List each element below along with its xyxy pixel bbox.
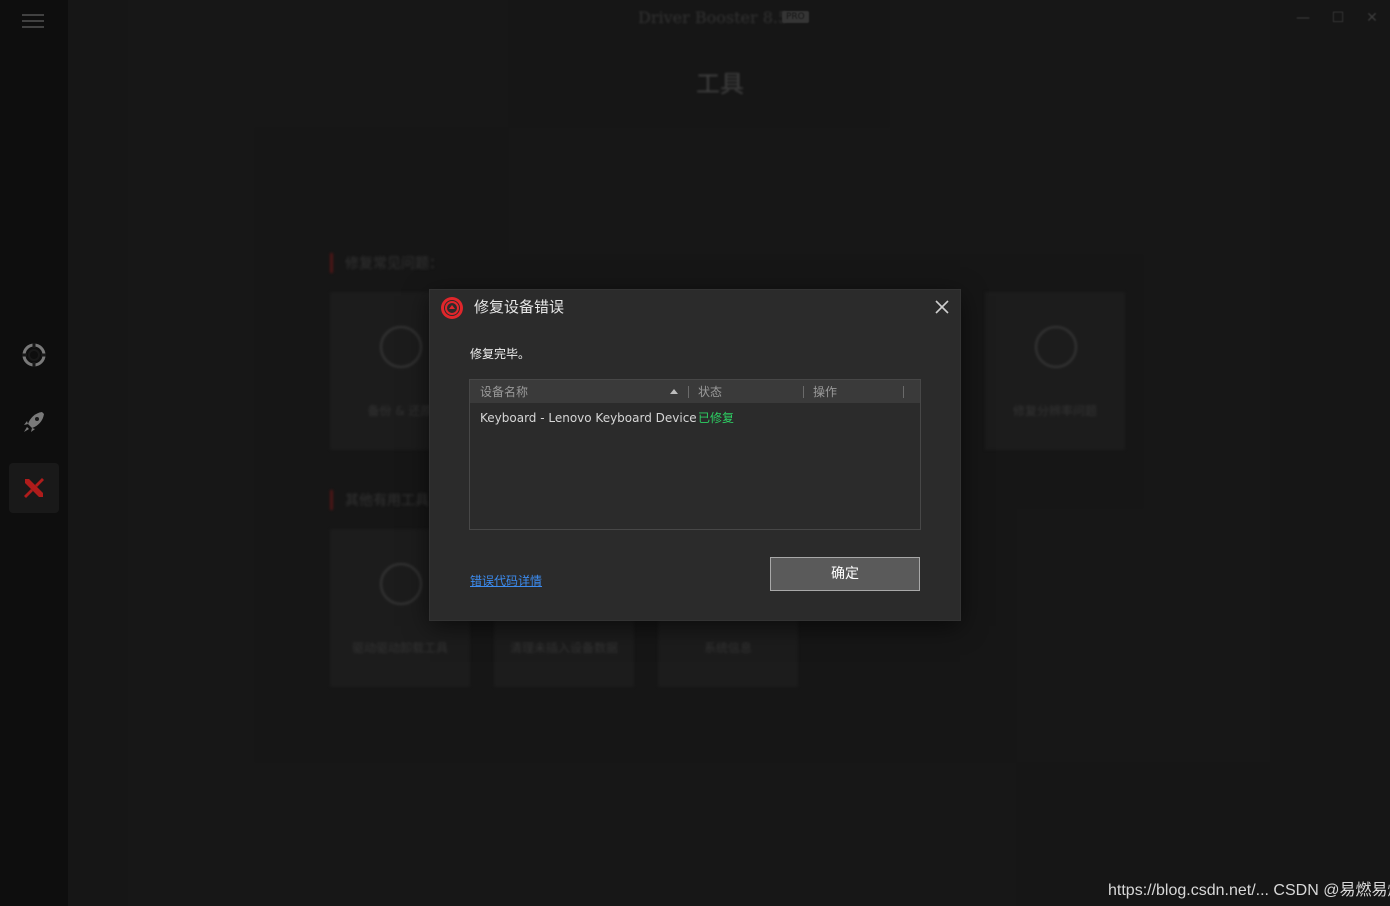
device-name-cell: Keyboard - Lenovo Keyboard Device bbox=[480, 411, 697, 425]
column-separator[interactable] bbox=[688, 386, 689, 398]
table-row[interactable]: Keyboard - Lenovo Keyboard Device 已修复 bbox=[470, 408, 920, 428]
column-device-name[interactable]: 设备名称 bbox=[480, 380, 528, 403]
close-icon[interactable] bbox=[933, 298, 951, 316]
device-table: 设备名称 状态 操作 Keyboard - Lenovo Keyboard De… bbox=[469, 379, 921, 530]
column-action[interactable]: 操作 bbox=[813, 380, 837, 403]
column-separator[interactable] bbox=[803, 386, 804, 398]
column-status[interactable]: 状态 bbox=[698, 380, 722, 403]
status-message: 修复完毕。 bbox=[470, 347, 531, 361]
driver-booster-logo-icon bbox=[441, 297, 463, 319]
dialog-title: 修复设备错误 bbox=[474, 298, 565, 316]
column-separator[interactable] bbox=[903, 386, 904, 398]
sort-ascending-icon bbox=[670, 389, 678, 394]
error-code-details-link[interactable]: 错误代码详情 bbox=[470, 572, 542, 589]
watermark: https://blog.csdn.net/... CSDN @易燃易爆炸79 bbox=[1108, 882, 1390, 899]
table-header: 设备名称 状态 操作 bbox=[470, 380, 920, 403]
fix-device-error-dialog: 修复设备错误 修复完毕。 设备名称 状态 操作 Keyboard - Lenov… bbox=[430, 290, 960, 620]
status-cell: 已修复 bbox=[698, 411, 735, 425]
ok-button[interactable]: 确定 bbox=[770, 557, 920, 591]
